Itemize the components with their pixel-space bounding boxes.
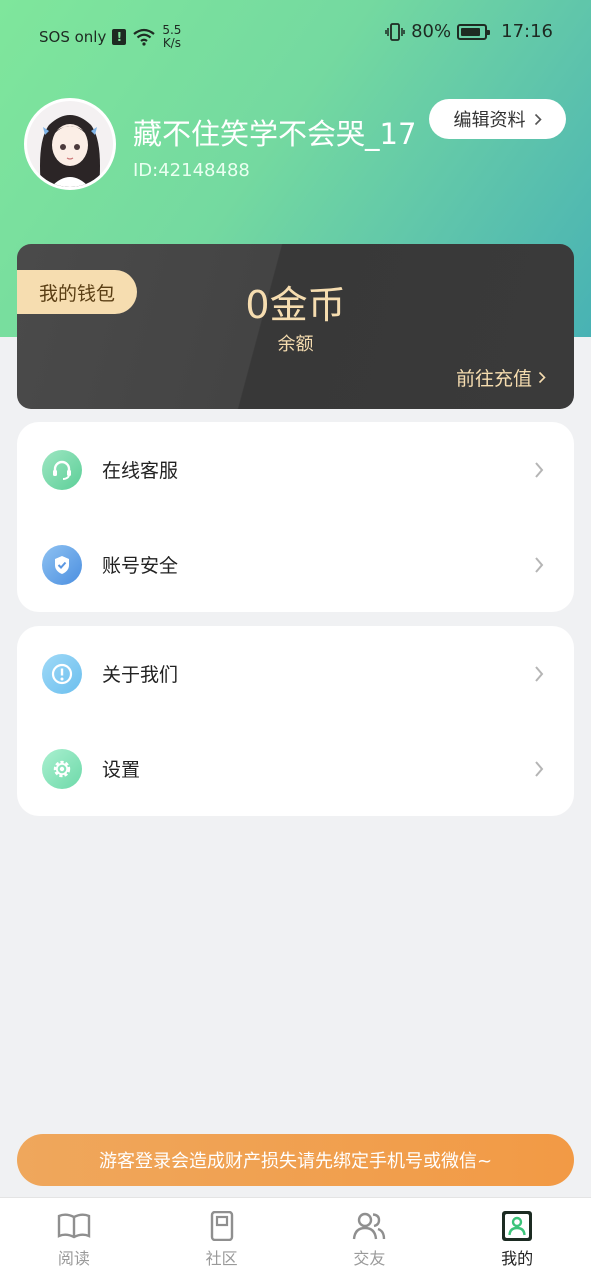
tab-read[interactable]: 阅读 (0, 1198, 148, 1280)
wifi-icon (133, 28, 156, 46)
recharge-label: 前往充值 (455, 368, 532, 390)
info-icon (42, 653, 82, 694)
recharge-link[interactable]: 前往充值 (456, 364, 546, 391)
menu-item-label: 账号安全 (102, 555, 179, 577)
bind-account-notice[interactable]: 游客登录会造成财产损失请先绑定手机号或微信~ (17, 1134, 574, 1186)
network-speed: 5.5 K/s (162, 24, 181, 50)
tab-label: 交友 (353, 1249, 386, 1268)
menu-item-label: 在线客服 (102, 460, 179, 482)
book-icon (57, 1213, 91, 1239)
coin-balance: 0金币 (245, 283, 346, 327)
menu-item-settings[interactable]: 设置 (17, 721, 574, 816)
clock: 17:16 (501, 21, 553, 42)
net-speed-value: 5.5 (162, 23, 182, 37)
battery-icon (457, 23, 491, 40)
wallet-card: 我的钱包 0金币 余额 前往充值 (17, 244, 574, 409)
menu-card-service: 在线客服 账号安全 (17, 422, 574, 612)
community-icon (210, 1211, 233, 1241)
edit-profile-button[interactable]: 编辑资料 (429, 99, 566, 139)
chevron-right-icon (534, 113, 542, 125)
chevron-right-icon (535, 665, 544, 682)
tab-mine[interactable]: 我的 (443, 1198, 591, 1280)
avatar-image (27, 101, 113, 187)
notice-text: 游客登录会造成财产损失请先绑定手机号或微信~ (98, 1151, 493, 1172)
shield-icon (42, 544, 82, 585)
friends-icon (353, 1212, 386, 1240)
edit-profile-label: 编辑资料 (453, 110, 526, 131)
status-left: SOS only ! 5.5 K/s (39, 24, 181, 50)
menu-item-online-service[interactable]: 在线客服 (17, 422, 574, 517)
menu-card-about: 关于我们 设置 (17, 626, 574, 816)
menu-item-about-us[interactable]: 关于我们 (17, 626, 574, 721)
carrier-text: SOS only (39, 28, 107, 46)
chevron-right-icon (535, 760, 544, 777)
avatar[interactable] (24, 98, 116, 190)
status-bar: SOS only ! 5.5 K/s 80% 17:16 (0, 0, 591, 66)
user-id: ID:42148488 (133, 160, 250, 181)
tab-label: 我的 (501, 1249, 534, 1268)
menu-item-account-security[interactable]: 账号安全 (17, 517, 574, 612)
vibrate-icon (385, 22, 405, 41)
headset-icon (42, 449, 82, 490)
tab-community[interactable]: 社区 (148, 1198, 296, 1280)
alert-icon: ! (112, 29, 127, 45)
username: 藏不住笑学不会哭_17 (133, 117, 417, 151)
tab-label: 阅读 (57, 1249, 90, 1268)
tab-label: 社区 (205, 1249, 238, 1268)
chevron-right-icon (538, 371, 546, 384)
bottom-tab-bar: 阅读 社区 交友 我的 (0, 1197, 591, 1280)
chevron-right-icon (535, 461, 544, 478)
status-right: 80% 17:16 (385, 21, 553, 42)
battery-percent: 80% (411, 21, 452, 42)
menu-item-label: 设置 (102, 759, 141, 781)
menu-item-label: 关于我们 (102, 664, 179, 686)
balance-label: 余额 (277, 334, 314, 355)
chevron-right-icon (535, 556, 544, 573)
net-speed-unit: K/s (162, 36, 181, 50)
tab-friends[interactable]: 交友 (296, 1198, 444, 1280)
profile-icon (502, 1211, 533, 1241)
gear-icon (42, 748, 82, 789)
